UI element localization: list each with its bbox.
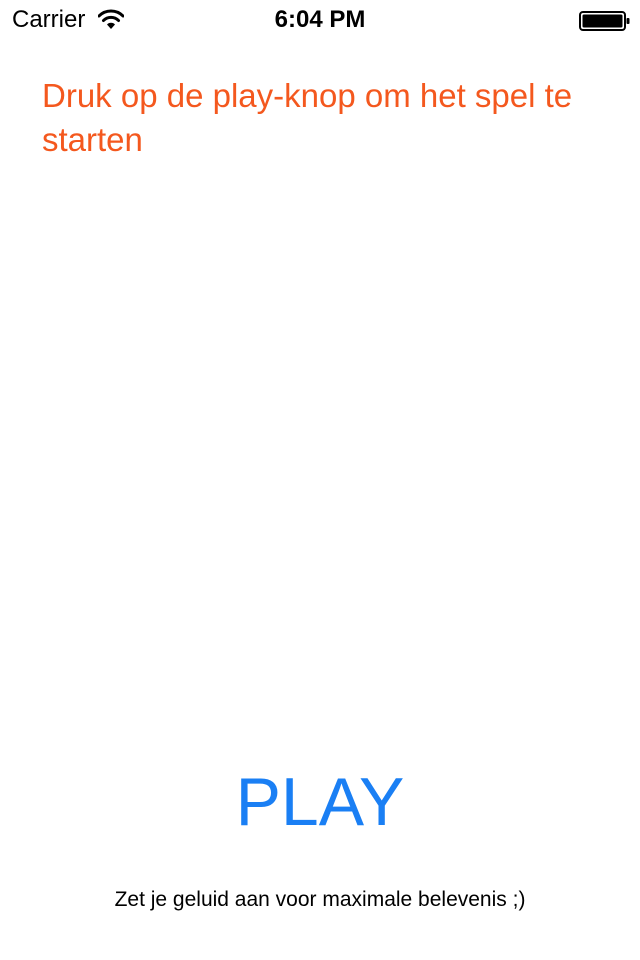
status-time: 6:04 PM [274, 6, 366, 33]
status-bar: Carrier 6:04 PM [0, 0, 640, 40]
sound-hint: Zet je geluid aan voor maximale beleveni… [114, 888, 526, 911]
battery-full-icon [579, 10, 631, 32]
start-instruction: Druk op de play-knop om het spel te star… [42, 77, 573, 158]
play-button[interactable]: PLAY [160, 760, 480, 844]
